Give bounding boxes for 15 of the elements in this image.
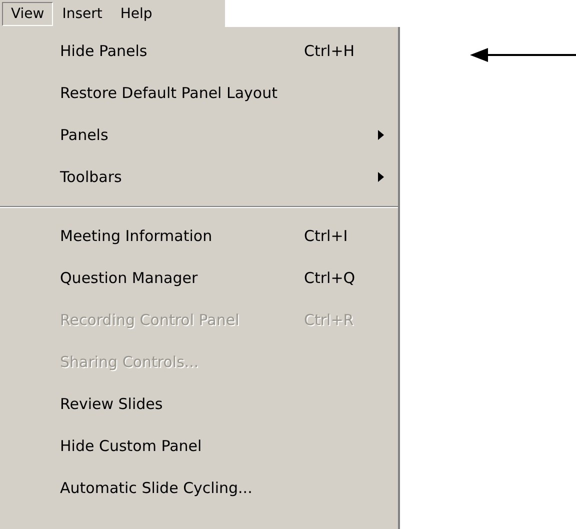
menu-item[interactable]: Hide Panels Ctrl+H bbox=[0, 30, 398, 72]
menu-item[interactable]: Toolbars bbox=[0, 156, 398, 198]
submenu-arrow-icon bbox=[378, 172, 384, 182]
menu-bar-item[interactable]: Help bbox=[111, 2, 162, 26]
menu-bar-item[interactable]: View bbox=[2, 2, 54, 26]
menu-item[interactable]: Meeting Information Ctrl+I bbox=[0, 215, 398, 257]
menu-bar-item[interactable]: Insert bbox=[53, 2, 112, 26]
submenu-arrow-icon bbox=[378, 130, 384, 140]
menu-item[interactable]: Review Slides bbox=[0, 383, 398, 425]
menu-item[interactable]: Restore Default Panel Layout bbox=[0, 72, 398, 114]
menu-item[interactable]: Panels bbox=[0, 114, 398, 156]
menu-item[interactable]: Automatic Slide Cycling... bbox=[0, 467, 398, 509]
arrow-icon bbox=[470, 47, 576, 63]
menu-item[interactable]: Hide Custom Panel bbox=[0, 425, 398, 467]
menu-item[interactable]: Question Manager Ctrl+Q bbox=[0, 257, 398, 299]
